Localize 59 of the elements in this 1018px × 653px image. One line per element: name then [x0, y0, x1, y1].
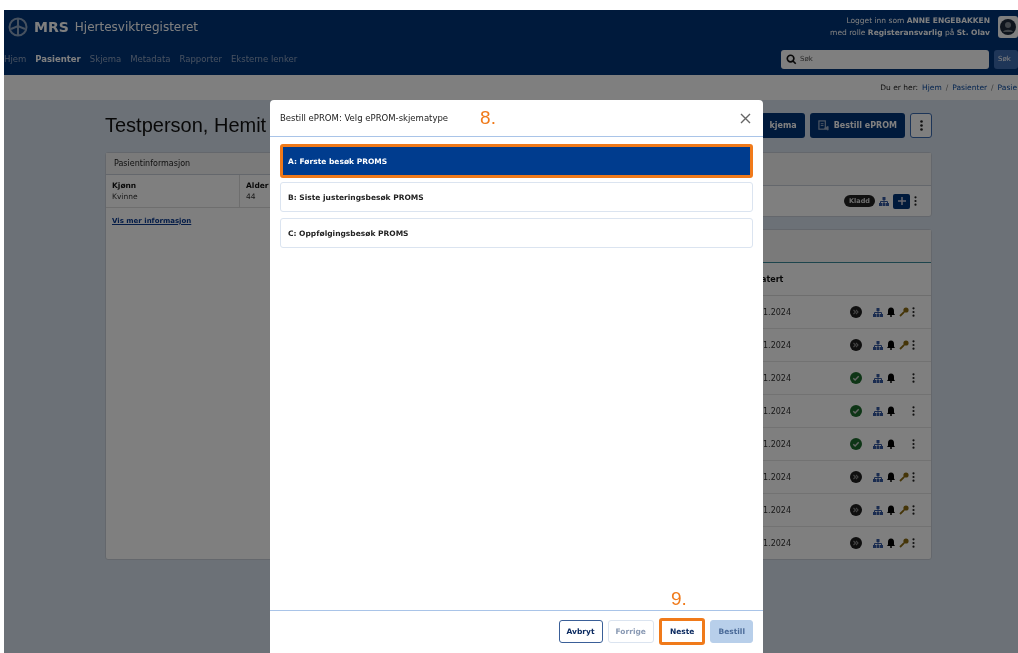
date-cell-text: 1.2024	[763, 406, 792, 416]
date-cell-text: 1.2024	[763, 538, 792, 548]
search-icon	[786, 53, 797, 65]
app-logo-text: MRS	[34, 18, 69, 35]
hierarchy-icon	[873, 373, 883, 383]
hierarchy-icon	[879, 196, 889, 206]
bell-icon	[886, 406, 896, 416]
kebab-icon[interactable]	[912, 406, 915, 416]
hierarchy-icon	[873, 406, 883, 416]
date-cell-text: 1.2024	[763, 373, 792, 383]
nav-link[interactable]: Metadata	[130, 54, 171, 64]
date-cell-text: 1.2024	[763, 439, 792, 449]
date-cell-text: 1.2024	[763, 472, 792, 482]
logo-icon	[8, 16, 28, 37]
bell-icon	[886, 472, 896, 482]
bell-icon	[886, 505, 896, 515]
nav-link[interactable]: Eksterne lenker	[230, 54, 298, 64]
patient-name: Testperson, Hemit	[105, 113, 267, 137]
bell-icon	[886, 340, 896, 350]
new-form-button[interactable]: kjema	[761, 112, 805, 138]
kebab-icon[interactable]	[912, 373, 915, 383]
kebab-icon[interactable]	[914, 196, 917, 206]
kebab-icon[interactable]	[912, 439, 915, 449]
nav-link[interactable]: Rapporter	[179, 54, 222, 64]
kebab-icon[interactable]	[912, 505, 915, 515]
hierarchy-icon	[873, 439, 883, 449]
hierarchy-icon	[873, 505, 883, 515]
bell-icon	[886, 307, 896, 317]
modal-title: Bestill ePROM: Velg ePROM-skjematype	[280, 113, 449, 123]
add-button[interactable]	[893, 193, 910, 209]
kebab-icon[interactable]	[912, 307, 915, 317]
kebab-icon[interactable]	[912, 472, 915, 482]
bell-icon	[886, 538, 896, 548]
kebab-icon[interactable]	[912, 538, 915, 548]
hierarchy-icon	[873, 340, 883, 350]
hierarchy-icon	[873, 307, 883, 317]
card-title: Pasientinformasjon	[114, 159, 191, 168]
app-name: Hjertesviktregisteret	[74, 19, 198, 34]
bell-icon	[886, 439, 896, 449]
bell-icon	[886, 373, 896, 383]
date-cell-text: 1.2024	[763, 340, 792, 350]
nav-link[interactable]: Hjem	[4, 54, 27, 64]
user-avatar-button[interactable]	[998, 15, 1018, 38]
plus-icon	[897, 197, 906, 205]
hierarchy-icon	[873, 472, 883, 482]
user-icon	[1000, 18, 1016, 35]
kebab-icon[interactable]	[912, 340, 915, 350]
hierarchy-icon	[873, 538, 883, 548]
close-icon	[740, 112, 751, 124]
order-eprom-button[interactable]: Bestill ePROM	[809, 112, 905, 138]
nav-link[interactable]: Skjema	[89, 54, 122, 64]
step-number: 8.	[480, 107, 496, 129]
form-icon	[817, 119, 829, 131]
more-menu-button[interactable]	[910, 112, 932, 138]
nav-link[interactable]: Pasienter	[35, 54, 81, 64]
date-cell-text: 1.2024	[763, 307, 792, 317]
date-cell-text: 1.2024	[763, 505, 792, 515]
step-number: 9.	[671, 588, 687, 610]
kebab-icon	[919, 119, 923, 131]
